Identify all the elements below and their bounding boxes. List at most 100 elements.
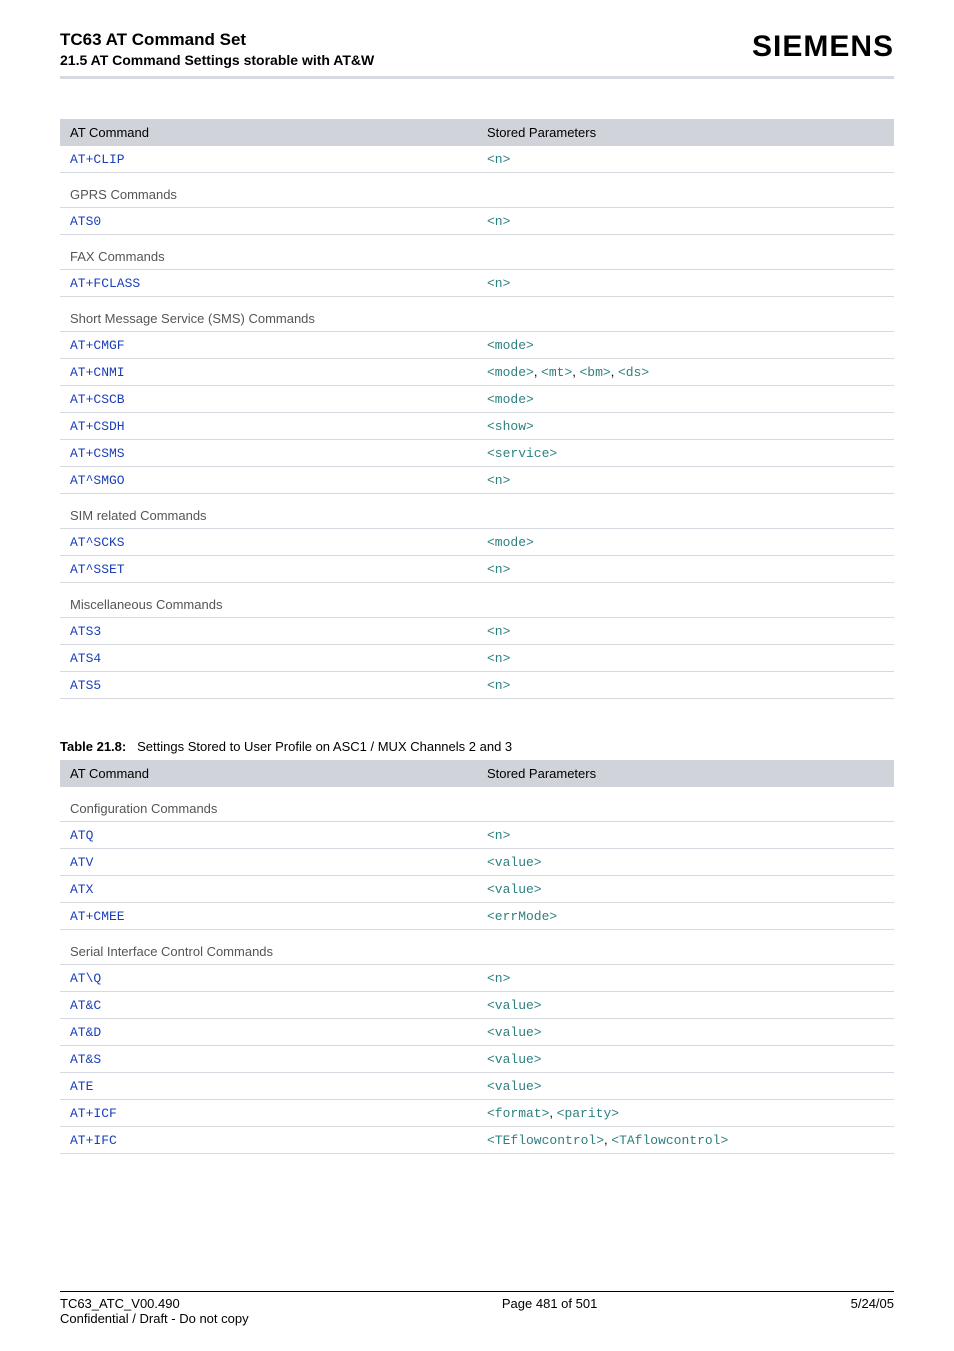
param-link[interactable]: <value> (487, 1052, 542, 1067)
param-link[interactable]: <bm> (580, 365, 611, 380)
param-link[interactable]: <mode> (487, 365, 534, 380)
commands-table-1: AT Command Stored Parameters AT+CLIP<n>G… (60, 119, 894, 699)
param-link[interactable]: <n> (487, 651, 510, 666)
param-link[interactable]: <n> (487, 678, 510, 693)
param-link[interactable]: <n> (487, 624, 510, 639)
at-command-link[interactable]: AT+CSDH (70, 419, 125, 434)
section-title: Miscellaneous Commands (60, 583, 894, 618)
params-cell: <value> (477, 849, 894, 876)
at-command-link[interactable]: AT+CMGF (70, 338, 125, 353)
param-separator: , (611, 364, 618, 379)
command-cell: ATS5 (60, 672, 477, 699)
header-divider (60, 76, 894, 79)
command-cell: AT&C (60, 992, 477, 1019)
at-command-link[interactable]: AT+IFC (70, 1133, 117, 1148)
at-command-link[interactable]: AT+CSMS (70, 446, 125, 461)
table-row: ATQ <n> (60, 822, 894, 849)
params-cell: <n> (477, 270, 894, 297)
table-row: ATE <value> (60, 1073, 894, 1100)
table-row: AT+CSCB <mode> (60, 386, 894, 413)
section-title: Short Message Service (SMS) Commands (60, 297, 894, 332)
param-link[interactable]: <parity> (557, 1106, 619, 1121)
command-cell: AT^SCKS (60, 529, 477, 556)
at-command-link[interactable]: AT+FCLASS (70, 276, 140, 291)
param-link[interactable]: <value> (487, 1079, 542, 1094)
params-cell: <show> (477, 413, 894, 440)
params-cell: <value> (477, 876, 894, 903)
params-cell: <errMode> (477, 903, 894, 930)
at-command-link[interactable]: ATS5 (70, 678, 101, 693)
at-command-link[interactable]: AT^SMGO (70, 473, 125, 488)
table-row: AT\Q <n> (60, 965, 894, 992)
param-link[interactable]: <value> (487, 998, 542, 1013)
command-cell: AT+CSDH (60, 413, 477, 440)
param-link[interactable]: <value> (487, 882, 542, 897)
at-command-link[interactable]: ATS3 (70, 624, 101, 639)
param-link[interactable]: <mt> (541, 365, 572, 380)
page-header: TC63 AT Command Set 21.5 AT Command Sett… (60, 30, 894, 68)
param-link[interactable]: <n> (487, 214, 510, 229)
at-command-link[interactable]: ATS0 (70, 214, 101, 229)
at-command-link[interactable]: AT\Q (70, 971, 101, 986)
at-command-link[interactable]: AT&S (70, 1052, 101, 1067)
table-row: AT+CSMS <service> (60, 440, 894, 467)
param-link[interactable]: <n> (487, 828, 510, 843)
command-cell: AT+CMEE (60, 903, 477, 930)
table-row: ATS3 <n> (60, 618, 894, 645)
col-at-command: AT Command (60, 760, 477, 787)
at-command-link[interactable]: AT+ICF (70, 1106, 117, 1121)
at-command-link[interactable]: AT+CSCB (70, 392, 125, 407)
param-link[interactable]: <mode> (487, 535, 534, 550)
params-cell: <n> (477, 965, 894, 992)
param-separator: , (549, 1105, 556, 1120)
command-cell: ATS3 (60, 618, 477, 645)
param-link[interactable]: <mode> (487, 338, 534, 353)
command-cell: AT&S (60, 1046, 477, 1073)
param-link[interactable]: <n> (487, 152, 510, 167)
table-row: AT^SSET <n> (60, 556, 894, 583)
param-link[interactable]: <value> (487, 1025, 542, 1040)
param-link[interactable]: <service> (487, 446, 557, 461)
at-command-link[interactable]: ATE (70, 1079, 93, 1094)
command-cell: ATS4 (60, 645, 477, 672)
section-title: GPRS Commands (60, 173, 894, 208)
param-link[interactable]: <mode> (487, 392, 534, 407)
at-command-link[interactable]: AT&C (70, 998, 101, 1013)
at-command-link[interactable]: ATV (70, 855, 93, 870)
params-cell: <n> (477, 556, 894, 583)
page-number: Page 481 of 501 (249, 1296, 851, 1326)
at-command-link[interactable]: ATS4 (70, 651, 101, 666)
table-row: ATS4 <n> (60, 645, 894, 672)
param-link[interactable]: <n> (487, 971, 510, 986)
param-link[interactable]: <show> (487, 419, 534, 434)
at-command-link[interactable]: AT^SCKS (70, 535, 125, 550)
param-link[interactable]: <errMode> (487, 909, 557, 924)
command-cell: AT+FCLASS (60, 270, 477, 297)
at-command-link[interactable]: AT+CMEE (70, 909, 125, 924)
param-link[interactable]: <TEflowcontrol> (487, 1133, 604, 1148)
param-link[interactable]: <format> (487, 1106, 549, 1121)
command-cell: AT+ICF (60, 1100, 477, 1127)
at-command-link[interactable]: AT^SSET (70, 562, 125, 577)
section-title: Serial Interface Control Commands (60, 930, 894, 965)
command-cell: ATS0 (60, 208, 477, 235)
table-row: AT+ICF <format>, <parity> (60, 1100, 894, 1127)
command-cell: AT^SMGO (60, 467, 477, 494)
at-command-link[interactable]: ATX (70, 882, 93, 897)
at-command-link[interactable]: ATQ (70, 828, 93, 843)
param-link[interactable]: <n> (487, 276, 510, 291)
param-link[interactable]: <n> (487, 473, 510, 488)
param-link[interactable]: <ds> (618, 365, 649, 380)
params-cell: <mode>, <mt>, <bm>, <ds> (477, 359, 894, 386)
command-cell: ATX (60, 876, 477, 903)
commands-table-2: AT Command Stored Parameters Configurati… (60, 760, 894, 1154)
param-link[interactable]: <value> (487, 855, 542, 870)
confidential-notice: Confidential / Draft - Do not copy (60, 1311, 249, 1326)
at-command-link[interactable]: AT+CNMI (70, 365, 125, 380)
at-command-link[interactable]: AT+CLIP (70, 152, 125, 167)
command-cell: ATQ (60, 822, 477, 849)
at-command-link[interactable]: AT&D (70, 1025, 101, 1040)
table-row: ATV <value> (60, 849, 894, 876)
param-link[interactable]: <n> (487, 562, 510, 577)
param-link[interactable]: <TAflowcontrol> (611, 1133, 728, 1148)
